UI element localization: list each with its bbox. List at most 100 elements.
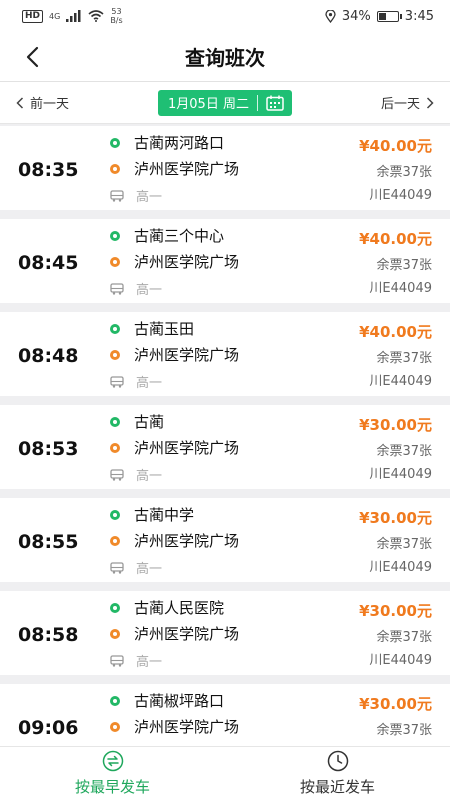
bus-type: 高一 (110, 186, 162, 205)
selected-date: 1月05日 周二 (168, 97, 249, 112)
clock-icon (327, 750, 348, 772)
back-button[interactable] (22, 45, 46, 69)
date-divider (256, 94, 258, 111)
bus-icon (110, 561, 124, 574)
destination-name: 泸州医学院广场 (134, 160, 240, 178)
trip-card[interactable]: 08:58 古蔺人民医院 泸州医学院广场 高一 ¥30.00元 余票37张 川E44049 (0, 591, 450, 675)
calendar-icon[interactable] (266, 95, 284, 111)
destination-name: 泸州医学院广场 (134, 625, 240, 643)
trip-card[interactable]: 08:53 古蔺 泸州医学院广场 高一 ¥30.00元 余票37张 川E44049 (0, 405, 450, 489)
trip-card[interactable]: 08:35 古蔺两河路口 泸州医学院广场 高一 ¥40.00元 余票37张 川E44049 (0, 126, 450, 210)
destination-stop: 泸州医学院广场 (110, 344, 239, 365)
bus-type: 高一 (110, 279, 162, 298)
origin-dot-icon (110, 509, 120, 520)
bus-plate: 川E44049 (369, 653, 432, 668)
bus-type-label: 高一 (136, 283, 163, 298)
destination-dot-icon (110, 163, 120, 174)
seats-remaining: 余票37张 (376, 258, 432, 273)
tab-nearest-departure[interactable]: 按最近发车 (225, 747, 450, 800)
origin-stop: 古蔺玉田 (110, 318, 194, 339)
wifi-icon (88, 10, 104, 22)
destination-name: 泸州医学院广场 (134, 253, 240, 271)
origin-name: 古蔺椒坪路口 (134, 692, 225, 710)
battery-icon (376, 10, 402, 22)
destination-stop: 泸州医学院广场 (110, 530, 239, 551)
destination-dot-icon (110, 535, 120, 546)
prev-day-label: 前一天 (30, 97, 70, 112)
hd-badge: HD (22, 9, 44, 23)
origin-name: 古蔺玉田 (134, 320, 195, 338)
departure-time: 08:58 (18, 624, 79, 646)
clock-time: 3:45 (404, 8, 434, 24)
status-bar: HD 4G 53 B/s 34% 3:45 (0, 0, 450, 32)
trip-list[interactable]: 08:35 古蔺两河路口 泸州医学院广场 高一 ¥40.00元 余票37张 川E44049 0… (0, 126, 450, 746)
destination-dot-icon (110, 721, 120, 732)
network-type: 4G (49, 11, 61, 21)
origin-name: 古蔺三个中心 (134, 227, 225, 245)
bus-type: 高一 (110, 558, 162, 577)
destination-dot-icon (110, 256, 120, 267)
origin-name: 古蔺两河路口 (134, 134, 225, 152)
prev-day-button[interactable]: 前一天 (16, 93, 69, 112)
origin-dot-icon (110, 230, 120, 241)
destination-stop: 泸州医学院广场 (110, 158, 239, 179)
bus-icon (110, 654, 124, 667)
bus-type: 高一 (110, 651, 162, 670)
bus-plate: 川E44049 (369, 467, 432, 482)
bus-type: 高一 (110, 372, 162, 391)
bus-icon (110, 375, 124, 388)
destination-stop: 泸州医学院广场 (110, 251, 239, 272)
destination-name: 泸州医学院广场 (134, 439, 240, 457)
date-picker[interactable]: 1月05日 周二 (158, 89, 292, 116)
origin-dot-icon (110, 323, 120, 334)
departure-time: 08:45 (18, 252, 79, 274)
origin-name: 古蔺 (134, 413, 165, 431)
trip-card[interactable]: 08:55 古蔺中学 泸州医学院广场 高一 ¥30.00元 余票37张 川E44049 (0, 498, 450, 582)
bus-type-label: 高一 (136, 190, 163, 205)
destination-stop: 泸州医学院广场 (110, 716, 239, 737)
destination-name: 泸州医学院广场 (134, 532, 240, 550)
origin-stop: 古蔺 (110, 411, 164, 432)
bus-icon (110, 282, 124, 295)
departure-time: 08:35 (18, 159, 79, 181)
tab-earliest-departure[interactable]: 按最早发车 (0, 747, 225, 800)
status-right: 34% 3:45 (325, 9, 434, 24)
bus-type-label: 高一 (136, 562, 163, 577)
destination-name: 泸州医学院广场 (134, 346, 240, 364)
origin-dot-icon (110, 695, 120, 706)
bus-icon (110, 189, 124, 202)
origin-stop: 古蔺中学 (110, 504, 194, 525)
departure-time: 09:06 (18, 717, 79, 739)
destination-stop: 泸州医学院广场 (110, 437, 239, 458)
seats-remaining: 余票37张 (376, 351, 432, 366)
top-header: 查询班次 (0, 32, 450, 82)
departure-time: 08:48 (18, 345, 79, 367)
ticket-price: ¥30.00元 (359, 695, 432, 713)
seats-remaining: 余票37张 (376, 537, 432, 552)
trip-card[interactable]: 08:48 古蔺玉田 泸州医学院广场 高一 ¥40.00元 余票37张 川E44049 (0, 312, 450, 396)
trip-card[interactable]: 09:06古蔺椒坪路口泸州医学院广场高一¥30.00元余票37张川E44049 (0, 684, 450, 746)
seats-remaining: 余票37张 (376, 165, 432, 180)
next-day-button[interactable]: 后一天 (381, 93, 434, 112)
ticket-price: ¥30.00元 (359, 509, 432, 527)
chevron-left-icon (16, 96, 24, 109)
origin-name: 古蔺人民医院 (134, 599, 225, 617)
net-speed-value: 53 (111, 7, 122, 16)
destination-dot-icon (110, 628, 120, 639)
destination-dot-icon (110, 349, 120, 360)
origin-dot-icon (110, 416, 120, 427)
ticket-price: ¥30.00元 (359, 602, 432, 620)
net-speed-unit: B/s (110, 16, 123, 25)
destination-stop: 泸州医学院广场 (110, 623, 239, 644)
bus-plate: 川E44049 (369, 560, 432, 575)
bus-type-label: 高一 (136, 655, 163, 670)
origin-stop: 古蔺人民医院 (110, 597, 224, 618)
swap-arrows-icon (102, 750, 123, 772)
battery-percent: 34% (341, 8, 371, 24)
ticket-price: ¥40.00元 (359, 323, 432, 341)
origin-dot-icon (110, 137, 120, 148)
trip-card[interactable]: 08:45 古蔺三个中心 泸州医学院广场 高一 ¥40.00元 余票37张 川E44049 (0, 219, 450, 303)
ticket-price: ¥40.00元 (359, 230, 432, 248)
bus-icon (110, 468, 124, 481)
tab-earliest-label: 按最早发车 (74, 778, 150, 796)
